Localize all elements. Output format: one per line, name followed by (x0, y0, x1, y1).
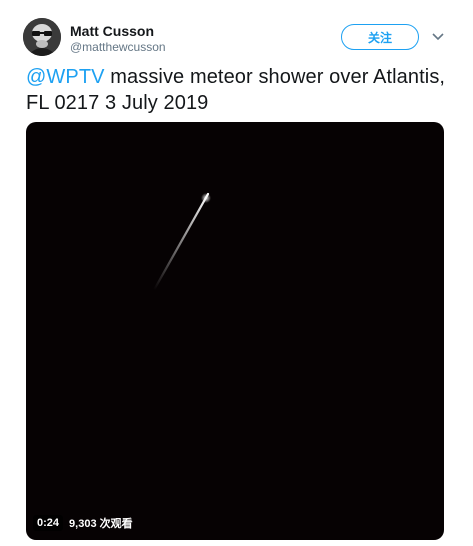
avatar[interactable] (23, 18, 61, 56)
meteor-streak (152, 192, 211, 292)
avatar-photo (23, 18, 61, 56)
view-count: 9,303 次观看 (69, 518, 133, 530)
video-duration: 0:24 (33, 515, 64, 531)
user-handle[interactable]: @matthewcusson (70, 40, 166, 54)
display-name[interactable]: Matt Cusson (70, 23, 154, 39)
tweet-text: @WPTV massive meteor shower over Atlanti… (26, 64, 456, 116)
follow-button[interactable]: 关注 (341, 24, 419, 50)
chevron-down-icon[interactable] (430, 30, 446, 44)
mention-link[interactable]: @WPTV (26, 66, 105, 88)
video-player[interactable]: 0:24 9,303 次观看 (26, 122, 444, 540)
